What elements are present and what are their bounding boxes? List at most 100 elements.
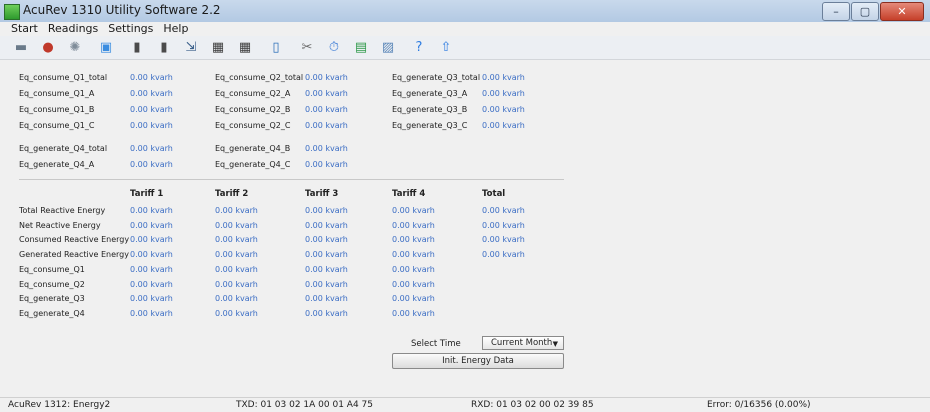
table-cell: 0.00 kvarh <box>305 264 348 274</box>
table-cell: 0.00 kvarh <box>392 206 435 215</box>
export-icon: ⇲ <box>185 40 197 55</box>
row-label: Consumed Reactive Energy <box>19 235 130 245</box>
table-cell: 0.00 kvarh <box>305 250 348 260</box>
init-energy-data-button[interactable]: Init. Energy Data <box>392 353 564 369</box>
column-header: Tariff 2 <box>215 189 249 199</box>
field-value: 0.00 kvarh <box>305 73 348 82</box>
help-icon: ? <box>415 40 423 55</box>
menu-bar: Start Readings Settings Help <box>0 22 930 36</box>
status-error: Error: 0/16356 (0.00%) <box>707 400 811 410</box>
field-label: Eq_generate_Q3_C <box>392 121 468 130</box>
settings-wheel-button[interactable]: ✺ <box>66 39 84 57</box>
table-cell: 0.00 kvarh <box>392 294 435 304</box>
chevron-down-icon: ▼ <box>552 340 558 348</box>
table-cell: 0.00 kvarh <box>215 220 258 230</box>
field-value: 0.00 kvarh <box>130 73 173 82</box>
field-value: 0.00 kvarh <box>130 121 173 130</box>
calendar-icon: ▦ <box>238 40 252 55</box>
table-cell: 0.00 kvarh <box>482 220 525 230</box>
help-button[interactable]: ? <box>410 39 428 57</box>
schedule-button[interactable]: ▤ <box>352 39 370 57</box>
field-label: Eq_consume_Q1_total <box>19 73 108 82</box>
timer-button[interactable]: ⏱ <box>325 39 343 57</box>
field-label: Eq_consume_Q2_B <box>215 105 291 114</box>
image-button[interactable]: ▨ <box>379 39 397 57</box>
maximize-button[interactable]: ▢ <box>851 2 879 21</box>
menu-settings[interactable]: Settings <box>103 22 158 36</box>
table-cell: 0.00 kvarh <box>392 235 435 245</box>
select-time-dropdown[interactable]: Current Month ▼ <box>482 336 564 350</box>
settings-wheel-icon: ✺ <box>69 40 81 55</box>
field-label: Eq_consume_Q1_A <box>19 89 95 98</box>
column-header: Tariff 1 <box>130 189 164 199</box>
table-cell: 0.00 kvarh <box>305 308 348 318</box>
meter-write-icon: ▮ <box>160 40 168 55</box>
meter-read-button[interactable]: ▮ <box>128 39 146 57</box>
field-value: 0.00 kvarh <box>305 89 348 98</box>
table-cell: 0.00 kvarh <box>215 279 258 289</box>
file-icon: ▯ <box>272 40 280 55</box>
calendar-button[interactable]: ▦ <box>236 39 254 57</box>
menu-help[interactable]: Help <box>158 22 193 36</box>
field-label: Eq_generate_Q4_C <box>215 160 291 169</box>
field-label: Eq_consume_Q1_B <box>19 105 95 114</box>
field-label: Eq_generate_Q4_A <box>19 160 95 169</box>
table-cell: 0.00 kvarh <box>215 206 258 215</box>
column-header: Total <box>482 189 506 199</box>
field-label: Eq_generate_Q3_A <box>392 89 468 98</box>
menu-readings[interactable]: Readings <box>43 22 103 36</box>
export-button[interactable]: ⇲ <box>182 39 200 57</box>
divider <box>19 179 564 180</box>
table-cell: 0.00 kvarh <box>130 308 173 318</box>
table-cell: 0.00 kvarh <box>305 220 348 230</box>
table-cell: 0.00 kvarh <box>392 279 435 289</box>
field-value: 0.00 kvarh <box>305 160 348 169</box>
upload-button[interactable]: ⇧ <box>437 39 455 57</box>
table-cell: 0.00 kvarh <box>130 235 173 245</box>
field-value: 0.00 kvarh <box>482 89 525 98</box>
table-cell: 0.00 kvarh <box>305 279 348 289</box>
table-cell: 0.00 kvarh <box>215 308 258 318</box>
field-value: 0.00 kvarh <box>482 121 525 130</box>
row-label: Total Reactive Energy <box>19 206 106 215</box>
menu-start[interactable]: Start <box>0 22 43 36</box>
field-label: Eq_consume_Q1_C <box>19 121 95 130</box>
disconnect-button[interactable]: ● <box>39 39 57 57</box>
field-value: 0.00 kvarh <box>130 144 173 153</box>
table-cell: 0.00 kvarh <box>130 294 173 304</box>
field-value: 0.00 kvarh <box>130 105 173 114</box>
tools-button[interactable]: ✂ <box>298 39 316 57</box>
select-time-label: Select Time <box>411 339 461 349</box>
column-header: Tariff 4 <box>392 189 426 199</box>
file-button[interactable]: ▯ <box>267 39 285 57</box>
field-label: Eq_generate_Q4_total <box>19 144 108 153</box>
row-label: Eq_consume_Q1 <box>19 264 85 274</box>
status-bar: AcuRev 1312: Energy2 TXD: 01 03 02 1A 00… <box>0 397 930 412</box>
field-value: 0.00 kvarh <box>482 73 525 82</box>
field-value: 0.00 kvarh <box>130 160 173 169</box>
field-label: Eq_generate_Q3_total <box>392 73 481 82</box>
field-label: Eq_generate_Q3_B <box>392 105 468 114</box>
schedule-icon: ▤ <box>354 40 368 55</box>
table-button[interactable]: ▦ <box>209 39 227 57</box>
disconnect-icon: ● <box>42 40 54 55</box>
field-value: 0.00 kvarh <box>305 121 348 130</box>
maximize-icon: ▢ <box>859 5 871 18</box>
table-cell: 0.00 kvarh <box>215 235 258 245</box>
minimize-button[interactable]: – <box>822 2 850 21</box>
connect-button[interactable]: ▬ <box>12 39 30 57</box>
table-cell: 0.00 kvarh <box>130 206 173 215</box>
toolbar: ▬ ● ✺ ▣ ▮ ▮ ⇲ ▦ ▦ ▯ ✂ ⏱ ▤ ▨? ⇧ <box>0 36 930 60</box>
row-label: Eq_generate_Q3 <box>19 294 85 304</box>
upload-icon: ⇧ <box>440 40 452 55</box>
field-value: 0.00 kvarh <box>482 105 525 114</box>
close-icon: ✕ <box>897 5 907 18</box>
field-label: Eq_consume_Q2_C <box>215 121 291 130</box>
table-cell: 0.00 kvarh <box>130 250 173 260</box>
row-label: Generated Reactive Energy <box>19 250 129 260</box>
title-bar: AcuRev 1310 Utility Software 2.2 – ▢ ✕ <box>0 0 930 23</box>
monitor-button[interactable]: ▣ <box>97 39 115 57</box>
window-controls: – ▢ ✕ <box>822 2 924 21</box>
close-button[interactable]: ✕ <box>880 2 924 21</box>
meter-write-button[interactable]: ▮ <box>155 39 173 57</box>
